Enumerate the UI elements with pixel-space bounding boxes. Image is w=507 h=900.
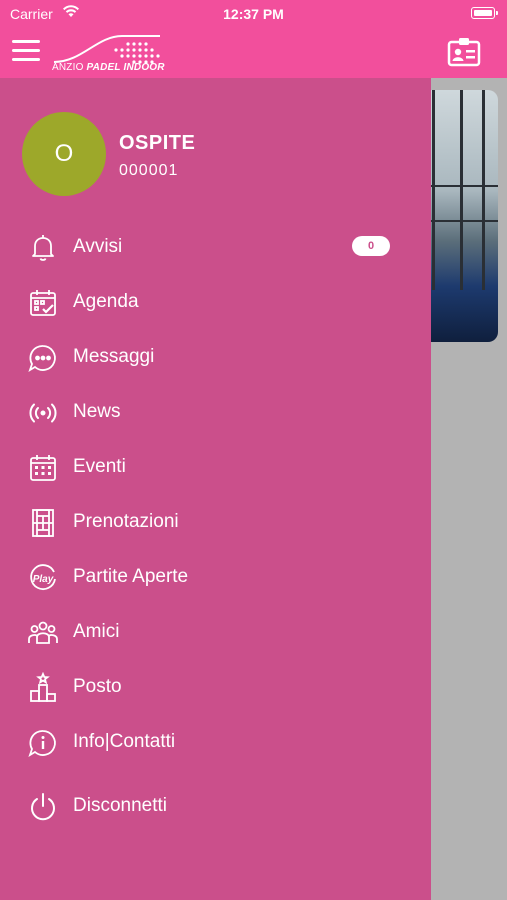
menu-item-agenda[interactable]: Agenda (0, 277, 431, 327)
menu-label-posto: Posto (73, 676, 122, 697)
id-card-icon[interactable] (447, 37, 481, 67)
menu-label-amici: Amici (73, 621, 120, 642)
battery-icon (471, 7, 498, 19)
menu-item-disconnetti[interactable]: Disconnetti (0, 781, 431, 831)
chat-bubble-icon (27, 342, 59, 374)
hamburger-menu-button[interactable] (12, 40, 42, 64)
menu-label-eventi: Eventi (73, 456, 126, 477)
menu-item-news[interactable]: News (0, 387, 431, 437)
menu-item-info-contatti[interactable]: Info|Contatti (0, 717, 431, 767)
menu-item-amici[interactable]: Amici (0, 607, 431, 657)
menu-item-partite-aperte[interactable]: Play Partite Aperte (0, 552, 431, 602)
user-code: 000001 (119, 162, 179, 179)
logo-text-bold: PADEL INDOOR (86, 62, 165, 73)
bell-icon (27, 232, 59, 264)
navigation-drawer: O OSPITE 000001 Avvisi 0 Agenda Messaggi… (0, 78, 431, 900)
menu-label-disconnetti: Disconnetti (73, 795, 167, 816)
user-name: OSPITE (119, 132, 196, 154)
menu-item-prenotazioni[interactable]: Prenotazioni (0, 497, 431, 547)
court-icon (27, 507, 59, 539)
menu-label-prenotazioni: Prenotazioni (73, 511, 179, 532)
app-logo: ANZIO PADEL INDOOR (52, 30, 172, 76)
background-photo (420, 90, 498, 342)
menu-item-avvisi[interactable]: Avvisi 0 (0, 222, 431, 272)
calendar-grid-icon (27, 452, 59, 484)
clock-label: 12:37 PM (223, 6, 284, 22)
podium-icon (27, 671, 59, 704)
logo-text-light: ANZIO (52, 62, 87, 73)
menu-label-agenda: Agenda (73, 291, 139, 312)
menu-label-info-contatti: Info|Contatti (73, 731, 176, 752)
menu-label-partite-aperte: Partite Aperte (73, 566, 189, 587)
status-bar: Carrier 12:37 PM (0, 0, 507, 28)
svg-text:Play: Play (33, 574, 54, 585)
power-icon (27, 791, 59, 823)
broadcast-icon (27, 397, 59, 429)
info-bubble-icon (27, 727, 59, 759)
menu-item-posto[interactable]: Posto (0, 662, 431, 712)
play-badge-icon: Play (27, 562, 59, 594)
menu-label-avvisi: Avvisi (73, 236, 123, 257)
menu-label-messaggi: Messaggi (73, 346, 155, 367)
menu-item-messaggi[interactable]: Messaggi (0, 332, 431, 382)
calendar-check-icon (27, 287, 59, 319)
menu-item-eventi[interactable]: Eventi (0, 442, 431, 492)
friends-icon (27, 617, 59, 649)
notification-badge: 0 (352, 236, 390, 256)
menu-label-news: News (73, 401, 121, 422)
app-header: ANZIO PADEL INDOOR (0, 28, 507, 78)
avatar[interactable]: O (22, 112, 106, 196)
